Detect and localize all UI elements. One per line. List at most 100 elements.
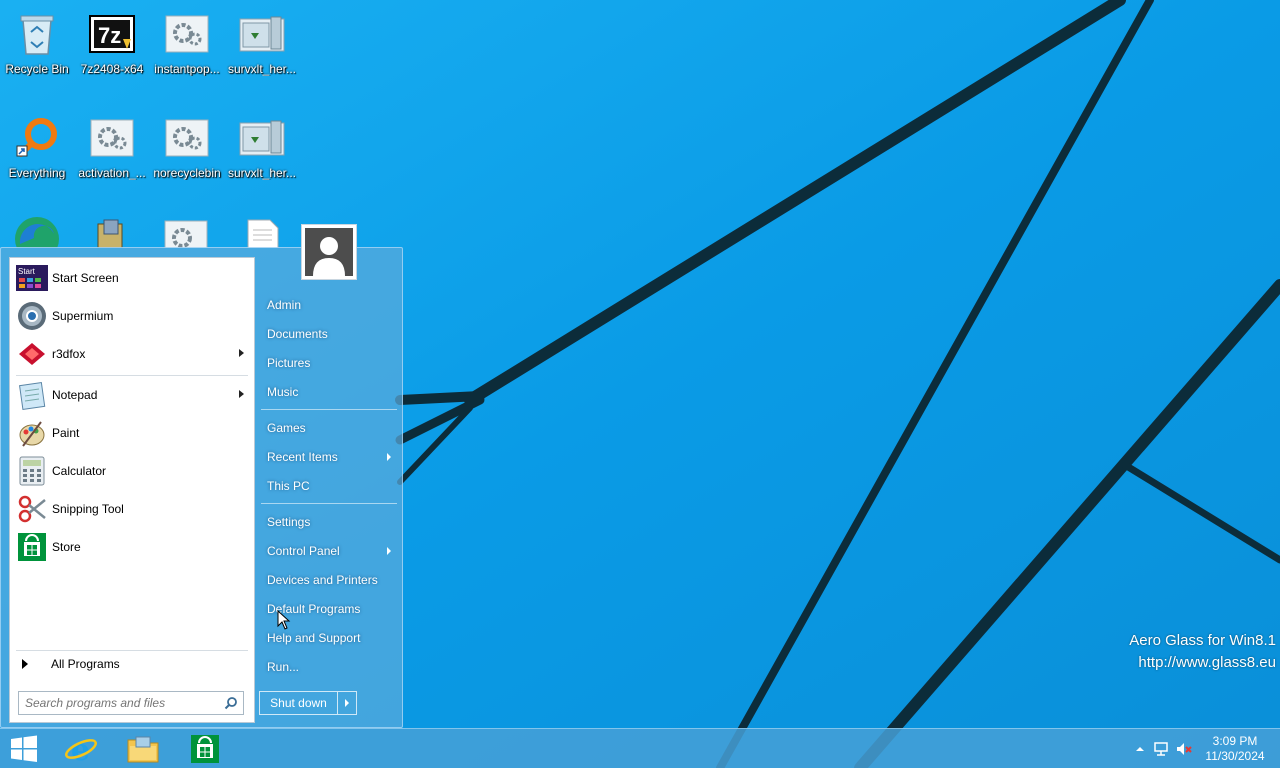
start-screen-icon: Start: [16, 262, 48, 294]
program-start-screen[interactable]: Start Start Screen: [10, 260, 254, 296]
desktop-icon-activation[interactable]: activation_...: [75, 108, 149, 198]
desktop-icon-label: 7z2408-x64: [80, 62, 144, 76]
start-button[interactable]: [0, 729, 48, 768]
show-hidden-icons-chevron-up-icon[interactable]: [1132, 741, 1148, 757]
start-menu: Start Start Screen Supermium r3dfox Note…: [0, 224, 403, 728]
store-icon: [16, 531, 48, 563]
program-label: Notepad: [52, 388, 98, 402]
desktop-icon-setup-partial[interactable]: [164, 220, 208, 248]
desktop-icon-survxlt-2[interactable]: survxlt_her...: [225, 108, 299, 198]
calculator-icon: [16, 455, 48, 487]
desktop-icon-instantpop[interactable]: instantpop...: [150, 4, 224, 94]
scissors-icon: [16, 493, 48, 525]
shutdown-options-button[interactable]: [338, 692, 356, 714]
program-label: r3dfox: [52, 347, 86, 361]
watermark-line2: http://www.glass8.eu: [1138, 654, 1276, 671]
right-item-run[interactable]: Run...: [259, 654, 397, 680]
desktop-icon-label: Recycle Bin: [5, 62, 69, 76]
right-item-label: Settings: [267, 515, 311, 529]
recycle-bin-icon: [13, 10, 61, 58]
chevron-right-icon: [345, 699, 349, 707]
desktop-icon-recycle-bin[interactable]: Recycle Bin: [0, 4, 74, 94]
taskbar-file-explorer[interactable]: [114, 729, 172, 768]
right-item-control-panel[interactable]: Control Panel: [259, 538, 397, 564]
all-programs-separator: [16, 650, 248, 651]
right-item-games[interactable]: Games: [259, 415, 397, 441]
right-item-label: Pictures: [267, 356, 311, 370]
right-item-settings[interactable]: Settings: [259, 509, 397, 535]
store-icon: [191, 735, 219, 763]
right-item-recent-items[interactable]: Recent Items: [259, 444, 397, 470]
svg-text:7z: 7z: [98, 23, 121, 48]
search-input[interactable]: [25, 693, 221, 713]
right-item-label: Control Panel: [267, 544, 340, 558]
program-supermium[interactable]: Supermium: [10, 298, 254, 334]
submenu-arrow-icon: [239, 390, 244, 398]
right-item-label: Games: [267, 421, 306, 435]
installer-icon: [238, 114, 286, 162]
desktop-icon-program-partial[interactable]: [94, 218, 128, 248]
setup-gear-icon: [88, 114, 136, 162]
r3dfox-icon: [16, 338, 48, 370]
right-item-this-pc[interactable]: This PC: [259, 473, 397, 499]
shutdown-button[interactable]: Shut down: [260, 692, 338, 714]
setup-gear-icon: [163, 10, 211, 58]
taskbar: e 3:09 PM 11/30/2024: [0, 728, 1280, 768]
program-label: Supermium: [52, 309, 114, 323]
windows-logo-icon: [11, 735, 37, 762]
desktop-icon-label: Everything: [8, 166, 66, 180]
desktop-icon-survxlt-1[interactable]: survxlt_her...: [225, 4, 299, 94]
setup-gear-icon: [163, 114, 211, 162]
right-item-label: Recent Items: [267, 450, 338, 464]
program-label: Calculator: [52, 464, 107, 478]
clock-date: 11/30/2024: [1205, 749, 1265, 763]
right-separator: [261, 409, 397, 410]
desktop-icon-norecyclebin[interactable]: norecyclebin: [150, 108, 224, 198]
desktop-icon-label: survxlt_her...: [227, 166, 297, 180]
search-box: [18, 691, 244, 715]
right-item-music[interactable]: Music: [259, 379, 397, 405]
submenu-arrow-icon: [387, 453, 391, 461]
desktop-icon-7zip[interactable]: 7z 7z2408-x64: [75, 4, 149, 94]
program-label: Store: [52, 540, 81, 554]
programs-pane: Start Start Screen Supermium r3dfox Note…: [9, 257, 255, 723]
desktop-icon-document-partial[interactable]: [246, 218, 280, 248]
paint-icon: [16, 417, 48, 449]
program-label: Paint: [52, 426, 80, 440]
right-item-admin[interactable]: Admin: [259, 292, 397, 318]
program-notepad[interactable]: Notepad: [10, 377, 254, 413]
mouse-cursor-icon: [277, 610, 291, 630]
installer-icon: [238, 10, 286, 58]
supermium-browser-icon: [16, 300, 48, 332]
desktop-icon-label: norecyclebin: [153, 166, 221, 180]
taskbar-store[interactable]: [176, 729, 234, 768]
right-item-label: Help and Support: [267, 631, 361, 645]
user-picture[interactable]: [301, 224, 357, 280]
submenu-arrow-icon: [387, 547, 391, 555]
network-icon[interactable]: [1153, 741, 1169, 757]
program-label: Snipping Tool: [52, 502, 124, 516]
right-item-pictures[interactable]: Pictures: [259, 350, 397, 376]
all-programs-button[interactable]: All Programs: [10, 652, 254, 676]
clock[interactable]: 3:09 PM 11/30/2024: [1204, 734, 1266, 764]
right-item-devices-and-printers[interactable]: Devices and Printers: [259, 567, 397, 593]
program-store[interactable]: Store: [10, 529, 254, 565]
right-item-label: Run...: [267, 660, 300, 674]
program-snipping-tool[interactable]: Snipping Tool: [10, 491, 254, 527]
program-calculator[interactable]: Calculator: [10, 453, 254, 489]
aero-glass-watermark: Aero Glass for Win8.1 http://www.glass8.…: [1129, 630, 1276, 674]
desktop-icon-label: activation_...: [78, 166, 146, 180]
watermark-line1: Aero Glass for Win8.1: [1129, 632, 1276, 649]
taskbar-internet-explorer[interactable]: e: [52, 729, 110, 768]
right-item-documents[interactable]: Documents: [259, 321, 397, 347]
svg-text:e: e: [71, 733, 90, 765]
program-paint[interactable]: Paint: [10, 415, 254, 451]
program-r3dfox[interactable]: r3dfox: [10, 336, 254, 372]
right-separator: [261, 503, 397, 504]
desktop-icon-everything[interactable]: Everything: [0, 108, 74, 198]
volume-muted-icon[interactable]: [1176, 741, 1192, 757]
desktop-icon-label: survxlt_her...: [227, 62, 297, 76]
search-icon[interactable]: [221, 693, 241, 713]
desktop-icon-edge-partial[interactable]: [12, 214, 62, 248]
programs-separator: [16, 375, 248, 376]
